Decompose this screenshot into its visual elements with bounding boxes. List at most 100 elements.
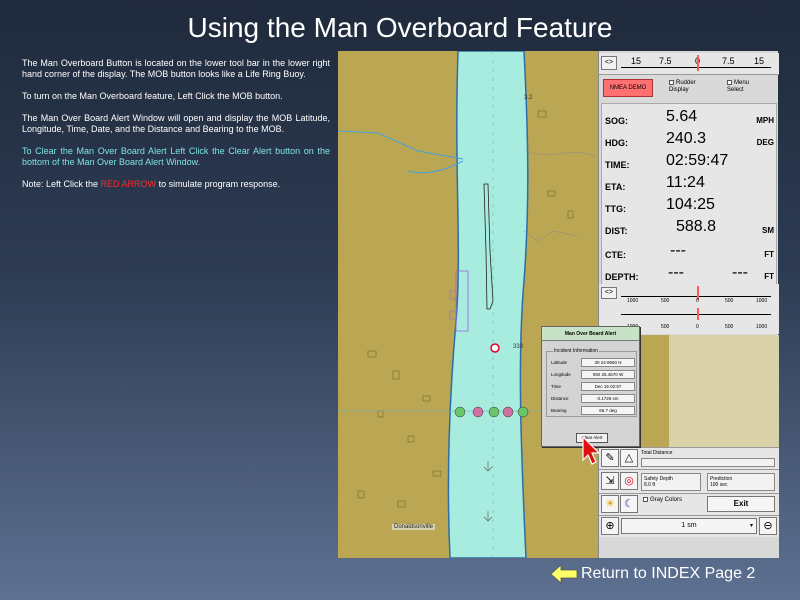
hdg-value: 240.3 [666,130,707,147]
dist-value: 588.8 [676,218,717,235]
menu-select-checkbox[interactable]: Menu Select [727,80,767,94]
xtrack-scale: <> 1000 500 0 500 1000 [599,284,779,308]
depth-label: DEPTH: [605,272,639,282]
mob-alert-title: Man Over Board Alert [542,327,639,341]
cte-label: CTE: [605,250,626,260]
depth-tool-icon[interactable]: ⇲ [601,472,619,490]
checkbox-box [727,80,732,85]
mob-alert-window[interactable]: Man Over Board Alert Incident Informatio… [541,326,640,447]
mob-row-latitude: Latitude 30 24.9650 N [551,358,635,368]
cte-value: --- [670,242,686,259]
rudder-scale: <> 15 7.5 0 7.5 15 [599,53,779,75]
sog-label: SOG: [605,116,629,126]
checkbox-box [643,497,648,502]
mob-row-distance: Distance 0.1726 sm [551,394,635,404]
total-distance-label: Total Distance [641,450,673,456]
route-tool-icon[interactable]: △ [620,449,638,467]
cte-row: CTE: --- FT [602,240,778,264]
ttg-value: 104:25 [666,196,715,213]
controls-row: NMEA DEMO Rudder Display Menu Select [599,78,779,100]
nautical-chart[interactable]: 3.2 333 Donaldsonville [338,51,598,558]
depth-row: DEPTH: --- --- FT [602,262,778,286]
rudder-display-checkbox[interactable]: Rudder Display [669,80,709,94]
prediction-value: 100 sec [710,482,728,488]
depth-unit: FT [764,272,774,281]
safety-depth-box: Safety Depth 8.0 ft [641,473,701,491]
sog-row: SOG: 5.64 MPH [602,106,778,130]
zoom-in-icon[interactable]: ⊕ [601,517,619,535]
exit-button[interactable]: Exit [707,496,775,512]
instruction-4: To Clear the Man Over Board Alert Left C… [22,146,330,167]
instruction-5-suffix: to simulate program response. [156,179,281,189]
time-label: TIME: [605,160,630,170]
incident-information-label: Incident Information [553,348,599,354]
scale-tick: 1000 [756,324,768,330]
safety-depth-value: 8.0 ft [644,482,656,488]
ttg-row: TTG: 104:25 [602,194,778,218]
night-mode-icon[interactable]: ☾ [620,495,638,513]
scale-line [621,296,771,297]
instruction-1: The Man Overboard Button is located on t… [22,58,330,79]
scale-ticks [621,67,771,71]
hdg-row: HDG: 240.3 DEG [602,128,778,152]
dist-row: DIST: 588.8 SM [602,216,778,240]
eta-label: ETA: [605,182,626,192]
instruction-5-prefix: Note: Left Click the [22,179,101,189]
life-ring-buoy-icon[interactable]: ◎ [620,472,638,490]
incident-information-group: Incident Information Latitude 30 24.9650… [546,348,637,417]
instructions: The Man Overboard Button is located on t… [22,58,330,201]
sog-unit: MPH [756,116,774,125]
mob-row-longitude: Longitude 092 25.4670 W [551,370,635,380]
measure-tool-icon[interactable]: ✎ [601,449,619,467]
scale-tick: 500 [661,324,670,330]
left-arrow-icon [550,564,578,584]
scale-toggle-button[interactable]: <> [601,287,617,299]
chart-graphic [338,51,597,558]
mob-row-key: Longitude [551,372,571,377]
time-row: TIME: 02:59:47 [602,150,778,174]
instrument-panel: <> 15 7.5 0 7.5 15 NMEA DEMO Rudder Disp… [598,51,779,558]
return-link-text: Return to INDEX Page 2 [581,565,756,582]
gray-colors-checkbox[interactable]: Gray Colors [643,497,693,504]
nmea-demo-button[interactable]: NMEA DEMO [603,79,653,97]
scale-tick: 15 [631,56,642,66]
mob-row-key: Latitude [551,360,568,365]
scale-tick: 0 [696,324,699,330]
total-distance-field [641,458,775,467]
display-row: ☀ ☾ Gray Colors Exit [599,493,779,515]
depth-sounding: 3.2 [524,95,533,101]
instruction-3: The Man Over Board Alert Window will ope… [22,113,330,134]
scale-tick: 1000 [756,298,768,304]
ttg-label: TTG: [605,204,626,214]
zoom-scale-select[interactable]: 1 sm ▾ [621,518,757,534]
mob-row-value: Dec 15 02:57 [581,382,635,391]
checkbox-box [669,80,674,85]
scale-toggle-button[interactable]: <> [601,56,617,70]
measure-row: ✎ △ Total Distance [599,447,779,469]
cte-unit: FT [764,250,774,259]
dist-label: DIST: [605,226,628,236]
zoom-row: ⊕ 1 sm ▾ ⊖ [599,515,779,537]
chart-preview-land-2 [669,335,779,447]
depth-value-left: --- [668,264,684,281]
day-mode-icon[interactable]: ☀ [601,495,619,513]
scale-tick: 500 [725,324,734,330]
hdg-label: HDG: [605,138,628,148]
mob-row-key: Bearing [551,408,567,413]
instruction-2: To turn on the Man Overboard feature, Le… [22,91,283,101]
mob-row-bearing: Bearing 65.7 deg [551,406,635,416]
page-title: Using the Man Overboard Feature [187,12,613,43]
depth-sounding: 333 [513,344,524,350]
red-arrow-icon[interactable] [581,436,601,466]
depth-value-right: --- [732,264,748,281]
return-to-index-link[interactable]: Return to INDEX Page 2 [550,562,790,586]
safety-row: ⇲ ◎ Safety Depth 8.0 ft Prediction 100 s… [599,469,779,493]
zoom-out-icon[interactable]: ⊖ [759,517,777,535]
mob-row-time: Time Dec 15 02:57 [551,382,635,392]
prediction-box: Prediction 100 sec [707,473,775,491]
eta-row: ETA: 11:24 [602,172,778,196]
place-label: Donaldsonville [392,524,436,530]
mob-row-key: Distance [551,396,569,401]
instruction-5: Note: Left Click the RED ARROW to simula… [22,179,330,190]
mob-row-value: 0.1726 sm [581,394,635,403]
